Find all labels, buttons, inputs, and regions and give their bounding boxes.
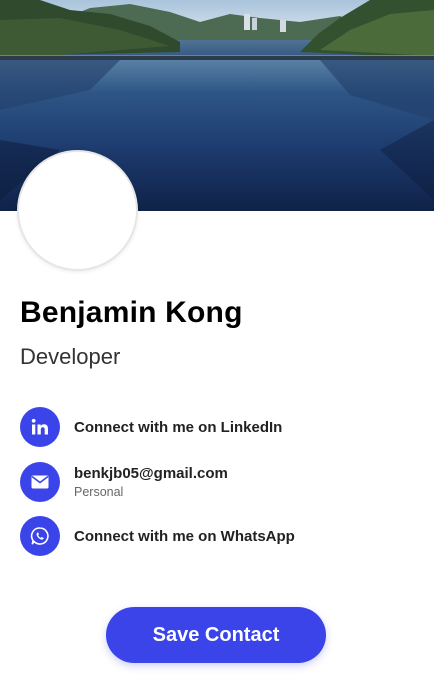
whatsapp-icon (20, 516, 60, 556)
profile-title: Developer (20, 344, 121, 369)
email-icon (20, 462, 60, 502)
profile-name: Benjamin Kong (20, 296, 243, 329)
contact-email[interactable]: benkjb05@gmail.com Personal (20, 462, 228, 502)
contact-linkedin-label: Connect with me on LinkedIn (74, 418, 283, 436)
profile-avatar (17, 150, 138, 271)
contact-email-sublabel: Personal (74, 485, 124, 499)
contact-whatsapp[interactable]: Connect with me on WhatsApp (20, 516, 295, 556)
contact-whatsapp-label: Connect with me on WhatsApp (74, 527, 295, 545)
linkedin-icon (20, 407, 60, 447)
contact-linkedin[interactable]: Connect with me on LinkedIn (20, 407, 282, 447)
save-contact-button[interactable]: Save Contact (106, 607, 326, 663)
contact-email-label: benkjb05@gmail.com (74, 465, 228, 482)
